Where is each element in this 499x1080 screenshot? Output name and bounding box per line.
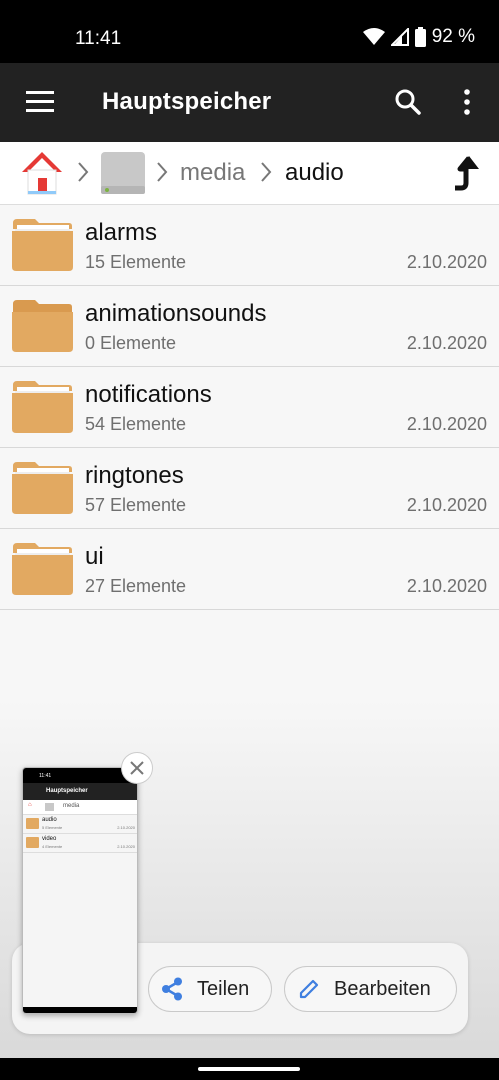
folder-date: 2.10.2020 bbox=[406, 414, 487, 434]
folder-name: ringtones bbox=[85, 462, 184, 489]
folder-date: 2.10.2020 bbox=[406, 333, 487, 353]
pencil-icon bbox=[299, 979, 319, 999]
preview-time: 11:41 bbox=[39, 773, 52, 779]
folder-name: animationsounds bbox=[85, 300, 267, 327]
preview-home-icon: ⌂ bbox=[28, 802, 32, 808]
folder-list: alarms 15 Elemente 2.10.2020 animationso… bbox=[0, 205, 499, 610]
preview-drive-icon bbox=[45, 803, 54, 811]
folder-icon bbox=[12, 300, 73, 352]
folder-name: alarms bbox=[85, 219, 158, 246]
edit-button-label: Bearbeiten bbox=[334, 977, 431, 1000]
list-item[interactable]: alarms 15 Elemente 2.10.2020 bbox=[0, 205, 499, 286]
folder-date: 2.10.2020 bbox=[406, 252, 487, 272]
folder-icon bbox=[12, 381, 73, 433]
preview-breadcrumb: media bbox=[63, 803, 80, 809]
folder-icon bbox=[12, 543, 73, 595]
folder-icon bbox=[26, 837, 39, 848]
chevron-right-icon bbox=[78, 162, 89, 182]
battery-icon bbox=[414, 27, 426, 47]
preview-row: video 4 Elemente 2.10.2020 bbox=[23, 834, 137, 853]
up-arrow-icon[interactable] bbox=[449, 154, 481, 194]
cellular-icon bbox=[390, 28, 409, 46]
breadcrumb-item-audio[interactable]: audio bbox=[285, 159, 344, 187]
preview-title: Hauptspeicher bbox=[46, 788, 88, 794]
page-title: Hauptspeicher bbox=[102, 88, 272, 115]
more-vert-icon[interactable] bbox=[457, 89, 477, 115]
drive-icon[interactable] bbox=[100, 150, 146, 196]
status-time: 11:41 bbox=[75, 28, 122, 49]
breadcrumb: media audio bbox=[0, 142, 499, 205]
home-icon[interactable] bbox=[20, 150, 64, 196]
chevron-right-icon bbox=[157, 162, 168, 182]
share-button-label: Teilen bbox=[197, 977, 250, 1000]
search-icon[interactable] bbox=[395, 89, 421, 115]
folder-count: 15 Elemente bbox=[85, 252, 187, 272]
list-item[interactable]: notifications 54 Elemente 2.10.2020 bbox=[0, 367, 499, 448]
wifi-icon bbox=[362, 28, 385, 45]
navigation-bar bbox=[0, 1058, 499, 1080]
breadcrumb-item-media[interactable]: media bbox=[180, 159, 245, 187]
close-icon[interactable] bbox=[121, 752, 153, 784]
app-bar: Hauptspeicher bbox=[0, 63, 499, 142]
screenshot-preview[interactable]: 11:41 Hauptspeicher ⌂ media audio 5 Elem… bbox=[22, 767, 138, 1014]
folder-date: 2.10.2020 bbox=[406, 576, 487, 596]
list-item[interactable]: animationsounds 0 Elemente 2.10.2020 bbox=[0, 286, 499, 367]
folder-name: ui bbox=[85, 543, 104, 570]
status-bar: 11:41 92 % bbox=[0, 0, 499, 63]
folder-count: 0 Elemente bbox=[85, 333, 177, 353]
folder-icon bbox=[26, 818, 39, 829]
status-icons: 92 % bbox=[362, 26, 475, 48]
folder-icon bbox=[12, 462, 73, 514]
battery-percent: 92 % bbox=[431, 26, 475, 47]
share-icon bbox=[162, 977, 182, 1001]
list-item[interactable]: ui 27 Elemente 2.10.2020 bbox=[0, 529, 499, 610]
folder-count: 54 Elemente bbox=[85, 414, 187, 434]
folder-date: 2.10.2020 bbox=[406, 495, 487, 515]
preview-row: audio 5 Elemente 2.10.2020 bbox=[23, 815, 137, 834]
folder-name: notifications bbox=[85, 381, 212, 408]
folder-count: 27 Elemente bbox=[85, 576, 187, 596]
home-gesture-handle[interactable] bbox=[198, 1067, 300, 1071]
menu-icon[interactable] bbox=[26, 91, 54, 113]
folder-icon bbox=[12, 219, 73, 271]
share-button[interactable]: Teilen bbox=[148, 966, 272, 1012]
edit-button[interactable]: Bearbeiten bbox=[284, 966, 457, 1012]
chevron-right-icon bbox=[261, 162, 272, 182]
list-item[interactable]: ringtones 57 Elemente 2.10.2020 bbox=[0, 448, 499, 529]
folder-count: 57 Elemente bbox=[85, 495, 187, 515]
